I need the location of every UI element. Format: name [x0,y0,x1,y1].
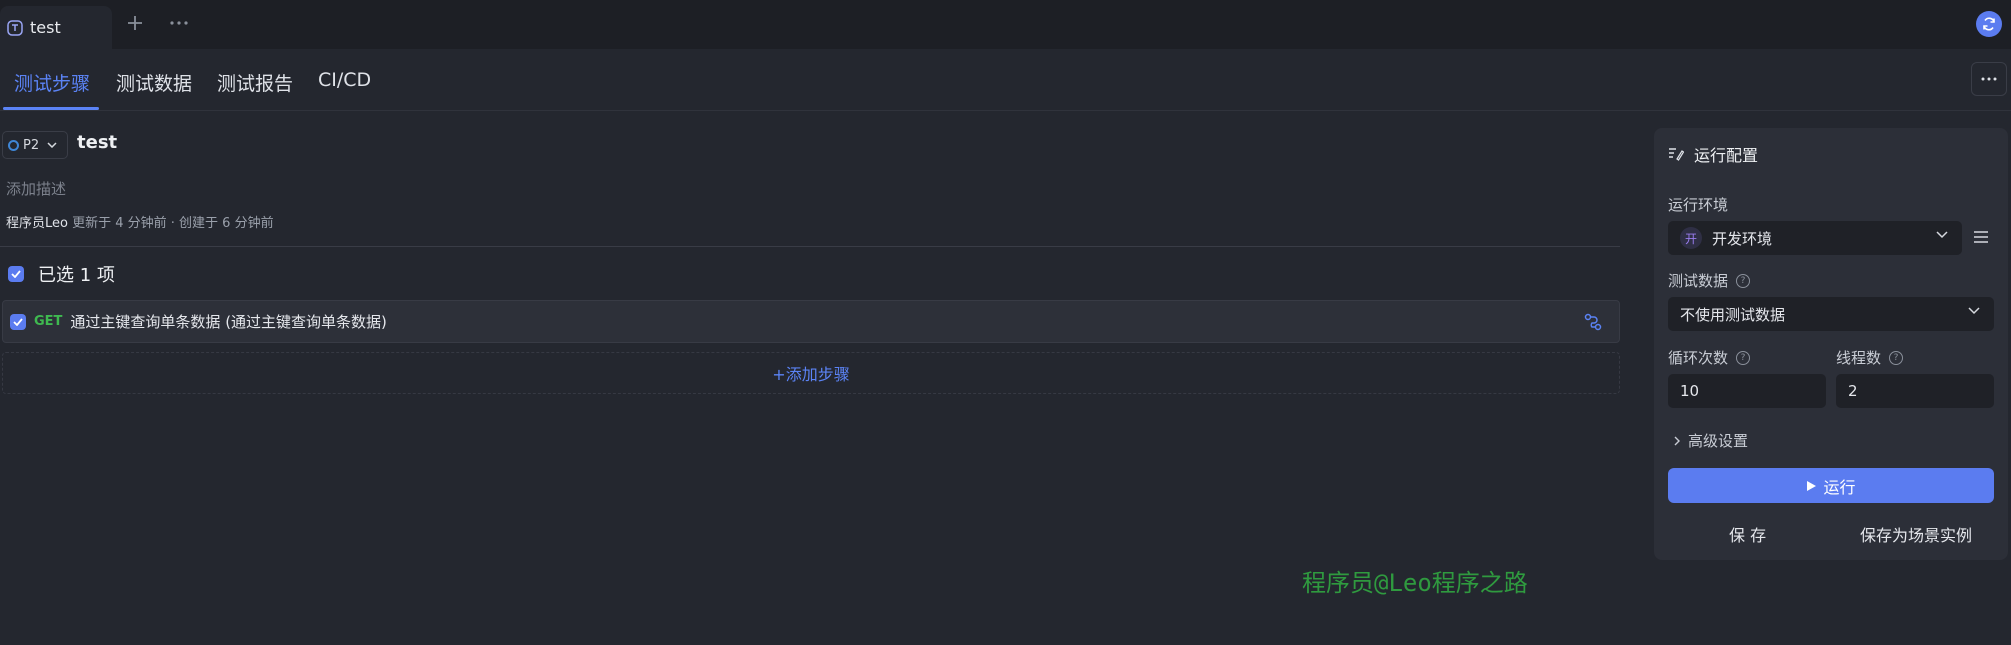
priority-select[interactable]: P2 [2,131,68,159]
chevron-down-icon [47,142,57,148]
step-row[interactable]: GET 通过主键查询单条数据 (通过主键查询单条数据) [2,300,1620,343]
chevron-right-icon [1674,436,1680,445]
loop-label-row: 循环次数 ? [1668,347,1751,368]
tab-test-steps[interactable]: 测试步骤 [14,69,90,96]
tab-ci-cd[interactable]: CI/CD [318,69,371,91]
active-tab-indicator [3,107,99,110]
more-horizontal-icon[interactable] [168,14,190,32]
document-tab[interactable]: test [0,6,112,49]
selection-summary: 已选 1 项 [8,261,115,287]
test-data-select[interactable]: 不使用测试数据 [1668,297,1994,331]
thread-label: 线程数 [1836,349,1882,367]
scenario-title[interactable]: test [77,132,117,153]
tab-test-data[interactable]: 测试数据 [116,69,192,96]
author-name: 程序员Leo [6,216,68,231]
loop-count-value: 10 [1680,382,1700,400]
select-all-checkbox[interactable] [8,266,24,282]
help-icon[interactable]: ? [1736,273,1751,288]
run-config-title: 运行配置 [1694,146,1759,165]
priority-dot-icon [8,139,19,151]
env-select[interactable]: 开 开发环境 [1668,221,1962,255]
thread-count-value: 2 [1848,382,1858,400]
http-method: GET [34,314,63,329]
env-badge: 开 [1680,227,1702,249]
sync-button[interactable] [1976,11,2002,37]
menu-icon[interactable] [1972,230,1990,244]
run-button[interactable]: 运行 [1668,468,1994,503]
selected-count: 已选 1 项 [38,265,115,286]
priority-value: P2 [23,137,40,153]
test-data-label: 测试数据 [1668,272,1729,290]
refresh-icon [1983,17,1995,31]
help-icon[interactable]: ? [1736,350,1751,365]
more-horizontal-icon [1981,77,1997,81]
test-data-value: 不使用测试数据 [1680,305,1786,324]
advanced-settings-toggle[interactable]: 高级设置 [1674,430,1748,451]
top-tab-bar: test [0,0,2011,49]
run-button-label: 运行 [1823,477,1856,497]
help-icon[interactable]: ? [1889,350,1904,365]
advanced-settings-label: 高级设置 [1688,432,1749,450]
check-icon [13,317,23,326]
save-button[interactable]: 保 存 [1729,522,1766,546]
run-config-header: 运行配置 [1668,142,1758,166]
watermark: 程序员@Leo程序之路 [1302,569,1528,597]
document-tab-title: test [30,18,61,37]
step-name: 通过主键查询单条数据 (通过主键查询单条数据) [70,313,387,331]
thread-count-input[interactable]: 2 [1836,374,1994,408]
link-icon[interactable] [1583,312,1603,332]
scenario-meta: 程序员Leo 更新于 4 分钟前 · 创建于 6 分钟前 [6,212,274,231]
test-data-label-row: 测试数据 ? [1668,270,1751,291]
env-value: 开发环境 [1712,229,1773,248]
update-info: 更新于 4 分钟前 · 创建于 6 分钟前 [67,216,274,231]
save-as-instance-button[interactable]: 保存为场景实例 [1860,522,1972,546]
scenario-tabs: 测试步骤 测试数据 测试报告 CI/CD [0,49,2011,111]
chevron-down-icon [1936,231,1948,239]
scenario-icon [7,19,23,36]
plus-icon[interactable] [124,12,146,34]
run-config-panel: 运行配置 运行环境 开 开发环境 测试数据 ? 不使用测试数据 循环次数 ? 1… [1654,128,2008,560]
add-description[interactable]: 添加描述 [6,178,66,199]
check-icon [11,270,21,278]
loop-label: 循环次数 [1668,349,1729,367]
loop-count-input[interactable]: 10 [1668,374,1826,408]
chevron-down-icon [1968,307,1980,315]
step-checkbox[interactable] [10,313,26,330]
tab-test-report[interactable]: 测试报告 [217,69,293,96]
divider [0,246,1620,247]
add-step-button[interactable]: +添加步骤 [2,352,1620,394]
env-label: 运行环境 [1668,196,1729,214]
env-label-row: 运行环境 [1668,194,1728,215]
play-icon [1807,480,1817,491]
more-options-button[interactable] [1971,62,2007,96]
settings-edit-icon [1669,148,1684,161]
thread-label-row: 线程数 ? [1836,347,1904,368]
